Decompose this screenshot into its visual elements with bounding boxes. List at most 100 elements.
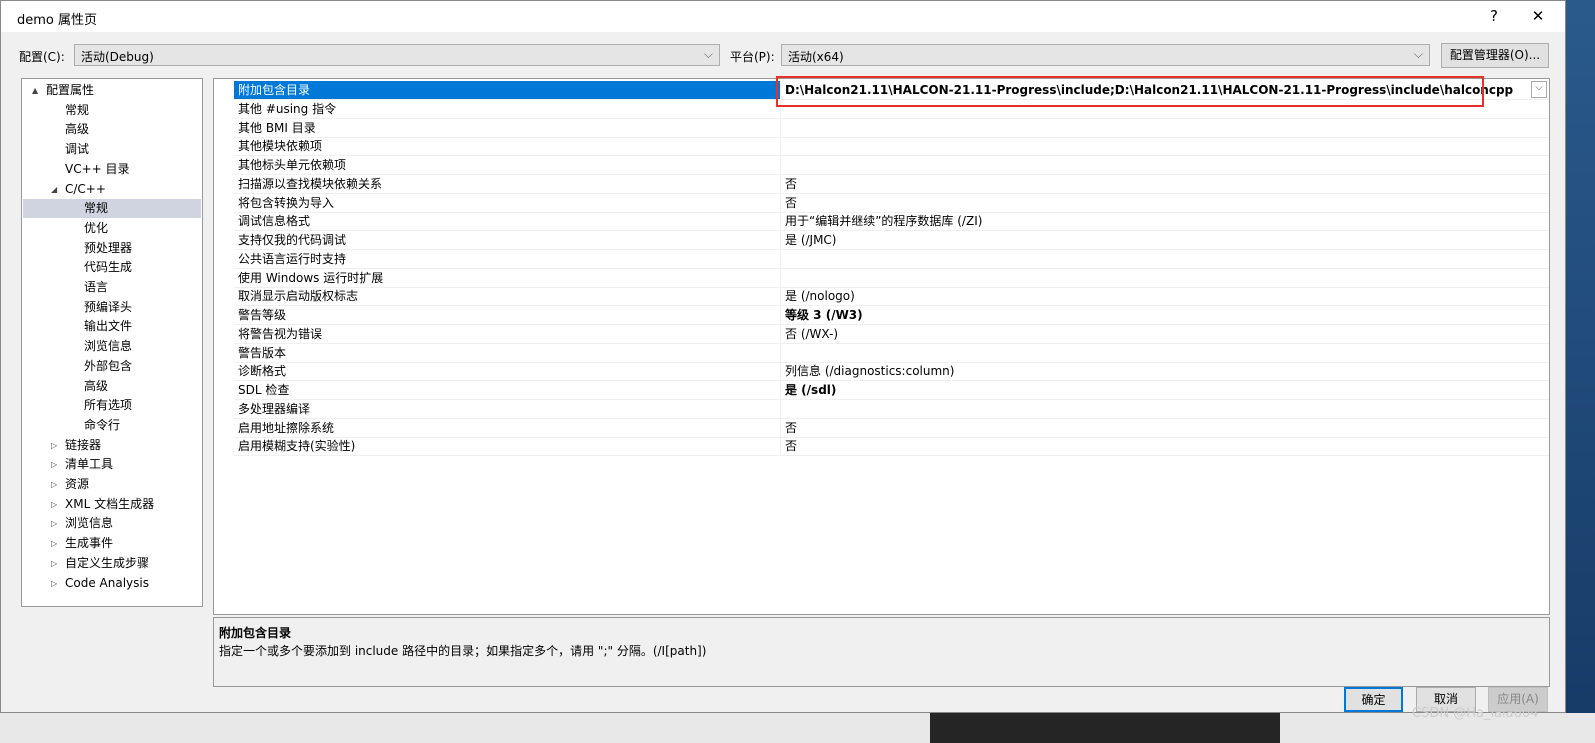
tree-item[interactable]: 所有选项 [22, 396, 202, 415]
property-value[interactable] [780, 249, 1549, 268]
property-name: 扫描源以查找模块依赖关系 [238, 176, 383, 191]
tree-item[interactable]: ▷ XML 文档生成器 [22, 495, 202, 514]
tree-item-label: 命令行 [84, 417, 121, 432]
property-row[interactable]: 启用地址擦除系统 否 [234, 418, 1549, 438]
property-name: 其他标头单元依赖项 [238, 158, 347, 172]
expand-arrow-icon[interactable]: ▷ [51, 455, 57, 474]
property-value[interactable] [780, 343, 1549, 362]
tree-item-label: 常规 [84, 201, 109, 216]
property-name: 取消显示启动版权标志 [238, 289, 359, 304]
expand-arrow-icon[interactable]: ▷ [51, 574, 57, 593]
property-value[interactable]: 否 (/WX-) [780, 324, 1549, 343]
property-row[interactable]: 其他模块依赖项 [234, 137, 1549, 157]
tree-item[interactable]: ▲ 配置属性 [22, 81, 202, 100]
tree-item-label: 优化 [84, 220, 109, 235]
property-value[interactable]: 否 [780, 193, 1549, 212]
tree-item[interactable]: 命令行 [22, 416, 202, 435]
property-value[interactable]: 用于“编辑并继续”的程序数据库 (/ZI) [780, 212, 1549, 231]
tree-item[interactable]: ▷ 自定义生成步骤 [22, 554, 202, 573]
tree-item[interactable]: ▷ Code Analysis [22, 574, 202, 593]
config-manager-button[interactable]: 配置管理器(O)... [1441, 43, 1549, 68]
tree-item[interactable]: 常规 [22, 101, 202, 120]
tree-item[interactable]: ▷ 链接器 [22, 436, 202, 455]
tree-item[interactable]: 调试 [22, 140, 202, 159]
tree-item[interactable]: ◢ C/C++ [22, 180, 202, 199]
tree-item[interactable]: 语言 [22, 278, 202, 297]
property-value[interactable]: 是 (/sdl) [780, 381, 1549, 399]
property-value[interactable] [780, 399, 1549, 418]
property-row[interactable]: 使用 Windows 运行时扩展 [234, 268, 1549, 288]
background-dark-panel [930, 713, 1280, 743]
property-row[interactable]: 将警告视为错误 否 (/WX-) [234, 324, 1549, 344]
property-row[interactable]: 公共语言运行时支持 [234, 249, 1549, 269]
property-row[interactable]: 启用模糊支持(实验性) 否 [234, 437, 1549, 457]
tree-item[interactable]: 高级 [22, 120, 202, 139]
property-value[interactable]: 否 [780, 437, 1549, 456]
property-value[interactable]: 列信息 (/diagnostics:column) [780, 362, 1549, 381]
tree-item[interactable]: ▷ 浏览信息 [22, 514, 202, 533]
collapse-arrow-icon[interactable]: ▲ [32, 81, 38, 100]
platform-select[interactable]: 活动(x64) ⌵ [781, 44, 1430, 66]
property-value[interactable]: 等级 3 (/W3) [780, 306, 1549, 324]
tree-item-label: 生成事件 [65, 536, 114, 551]
tree-item-label: C/C++ [65, 181, 106, 196]
property-row[interactable]: 其他 BMI 目录 [234, 118, 1549, 138]
property-row[interactable]: 警告等级 等级 3 (/W3) [234, 306, 1549, 325]
expand-arrow-icon[interactable]: ▷ [51, 514, 57, 533]
tree-item[interactable]: ▷ 资源 [22, 475, 202, 494]
property-row[interactable]: 支持仅我的代码调试 是 (/JMC) [234, 231, 1549, 250]
property-name: 多处理器编译 [238, 401, 311, 416]
property-row[interactable]: 警告版本 [234, 343, 1549, 363]
property-value[interactable] [780, 118, 1549, 137]
property-grid: 附加包含目录 D:\Halcon21.11\HALCON-21.11-Progre… [213, 78, 1550, 615]
tree-item[interactable]: 代码生成 [22, 258, 202, 277]
tree-item[interactable]: 优化 [22, 219, 202, 238]
property-name: 警告等级 [238, 308, 287, 322]
property-value[interactable]: 否 [780, 174, 1549, 193]
tree-item[interactable]: 常规 [23, 199, 201, 219]
property-row[interactable]: 扫描源以查找模块依赖关系 否 [234, 174, 1549, 194]
property-name: 附加包含目录 [234, 81, 780, 99]
expand-arrow-icon[interactable]: ▷ [51, 534, 57, 553]
tree-item-label: 自定义生成步骤 [65, 555, 150, 570]
dropdown-chevron-icon[interactable]: ⌵ [1531, 81, 1547, 98]
property-name: 公共语言运行时支持 [238, 251, 347, 266]
tree-item[interactable]: ▷ 清单工具 [22, 455, 202, 474]
property-name: SDL 检查 [238, 383, 290, 397]
expand-arrow-icon[interactable]: ▷ [51, 475, 57, 494]
property-row[interactable]: 将包含转换为导入 否 [234, 193, 1549, 213]
config-select[interactable]: 活动(Debug) ⌵ [74, 44, 720, 66]
property-value[interactable]: 否 [780, 418, 1549, 437]
property-row[interactable]: SDL 检查 是 (/sdl) [234, 381, 1549, 400]
ok-button[interactable]: 确定 [1344, 687, 1403, 712]
tree-item-label: 资源 [65, 477, 90, 491]
tree-item[interactable]: 输出文件 [22, 317, 202, 336]
property-row[interactable]: 其他标头单元依赖项 [234, 156, 1549, 175]
tree-item[interactable]: 浏览信息 [22, 337, 202, 356]
tree-item[interactable]: 预编译头 [22, 298, 202, 317]
expand-arrow-icon[interactable]: ▷ [51, 495, 57, 514]
property-value[interactable] [780, 137, 1549, 156]
tree-item[interactable]: ▷ 生成事件 [22, 534, 202, 553]
property-value[interactable] [780, 156, 1549, 174]
expand-arrow-icon[interactable]: ▷ [51, 436, 57, 455]
tree-item[interactable]: VC++ 目录 [22, 160, 202, 179]
property-value[interactable]: 是 (/nologo) [780, 287, 1549, 306]
property-row[interactable]: 多处理器编译 [234, 399, 1549, 419]
close-button[interactable]: ✕ [1523, 5, 1553, 27]
tree-item[interactable]: 外部包含 [22, 357, 202, 376]
property-value[interactable] [780, 268, 1549, 287]
tree-item[interactable]: 预处理器 [22, 239, 202, 258]
tree-item[interactable]: 高级 [22, 377, 202, 396]
description-title: 附加包含目录 [219, 626, 292, 640]
config-label: 配置(C): [19, 50, 65, 64]
collapse-arrow-icon[interactable]: ◢ [51, 180, 57, 199]
chevron-down-icon: ⌵ [1413, 47, 1423, 61]
help-button[interactable]: ? [1479, 5, 1509, 27]
expand-arrow-icon[interactable]: ▷ [51, 554, 57, 573]
property-row[interactable]: 诊断格式 列信息 (/diagnostics:column) [234, 362, 1549, 382]
property-name: 支持仅我的代码调试 [238, 233, 347, 247]
property-row[interactable]: 取消显示启动版权标志 是 (/nologo) [234, 287, 1549, 307]
property-value[interactable]: 是 (/JMC) [780, 231, 1549, 249]
property-row[interactable]: 调试信息格式 用于“编辑并继续”的程序数据库 (/ZI) [234, 212, 1549, 232]
